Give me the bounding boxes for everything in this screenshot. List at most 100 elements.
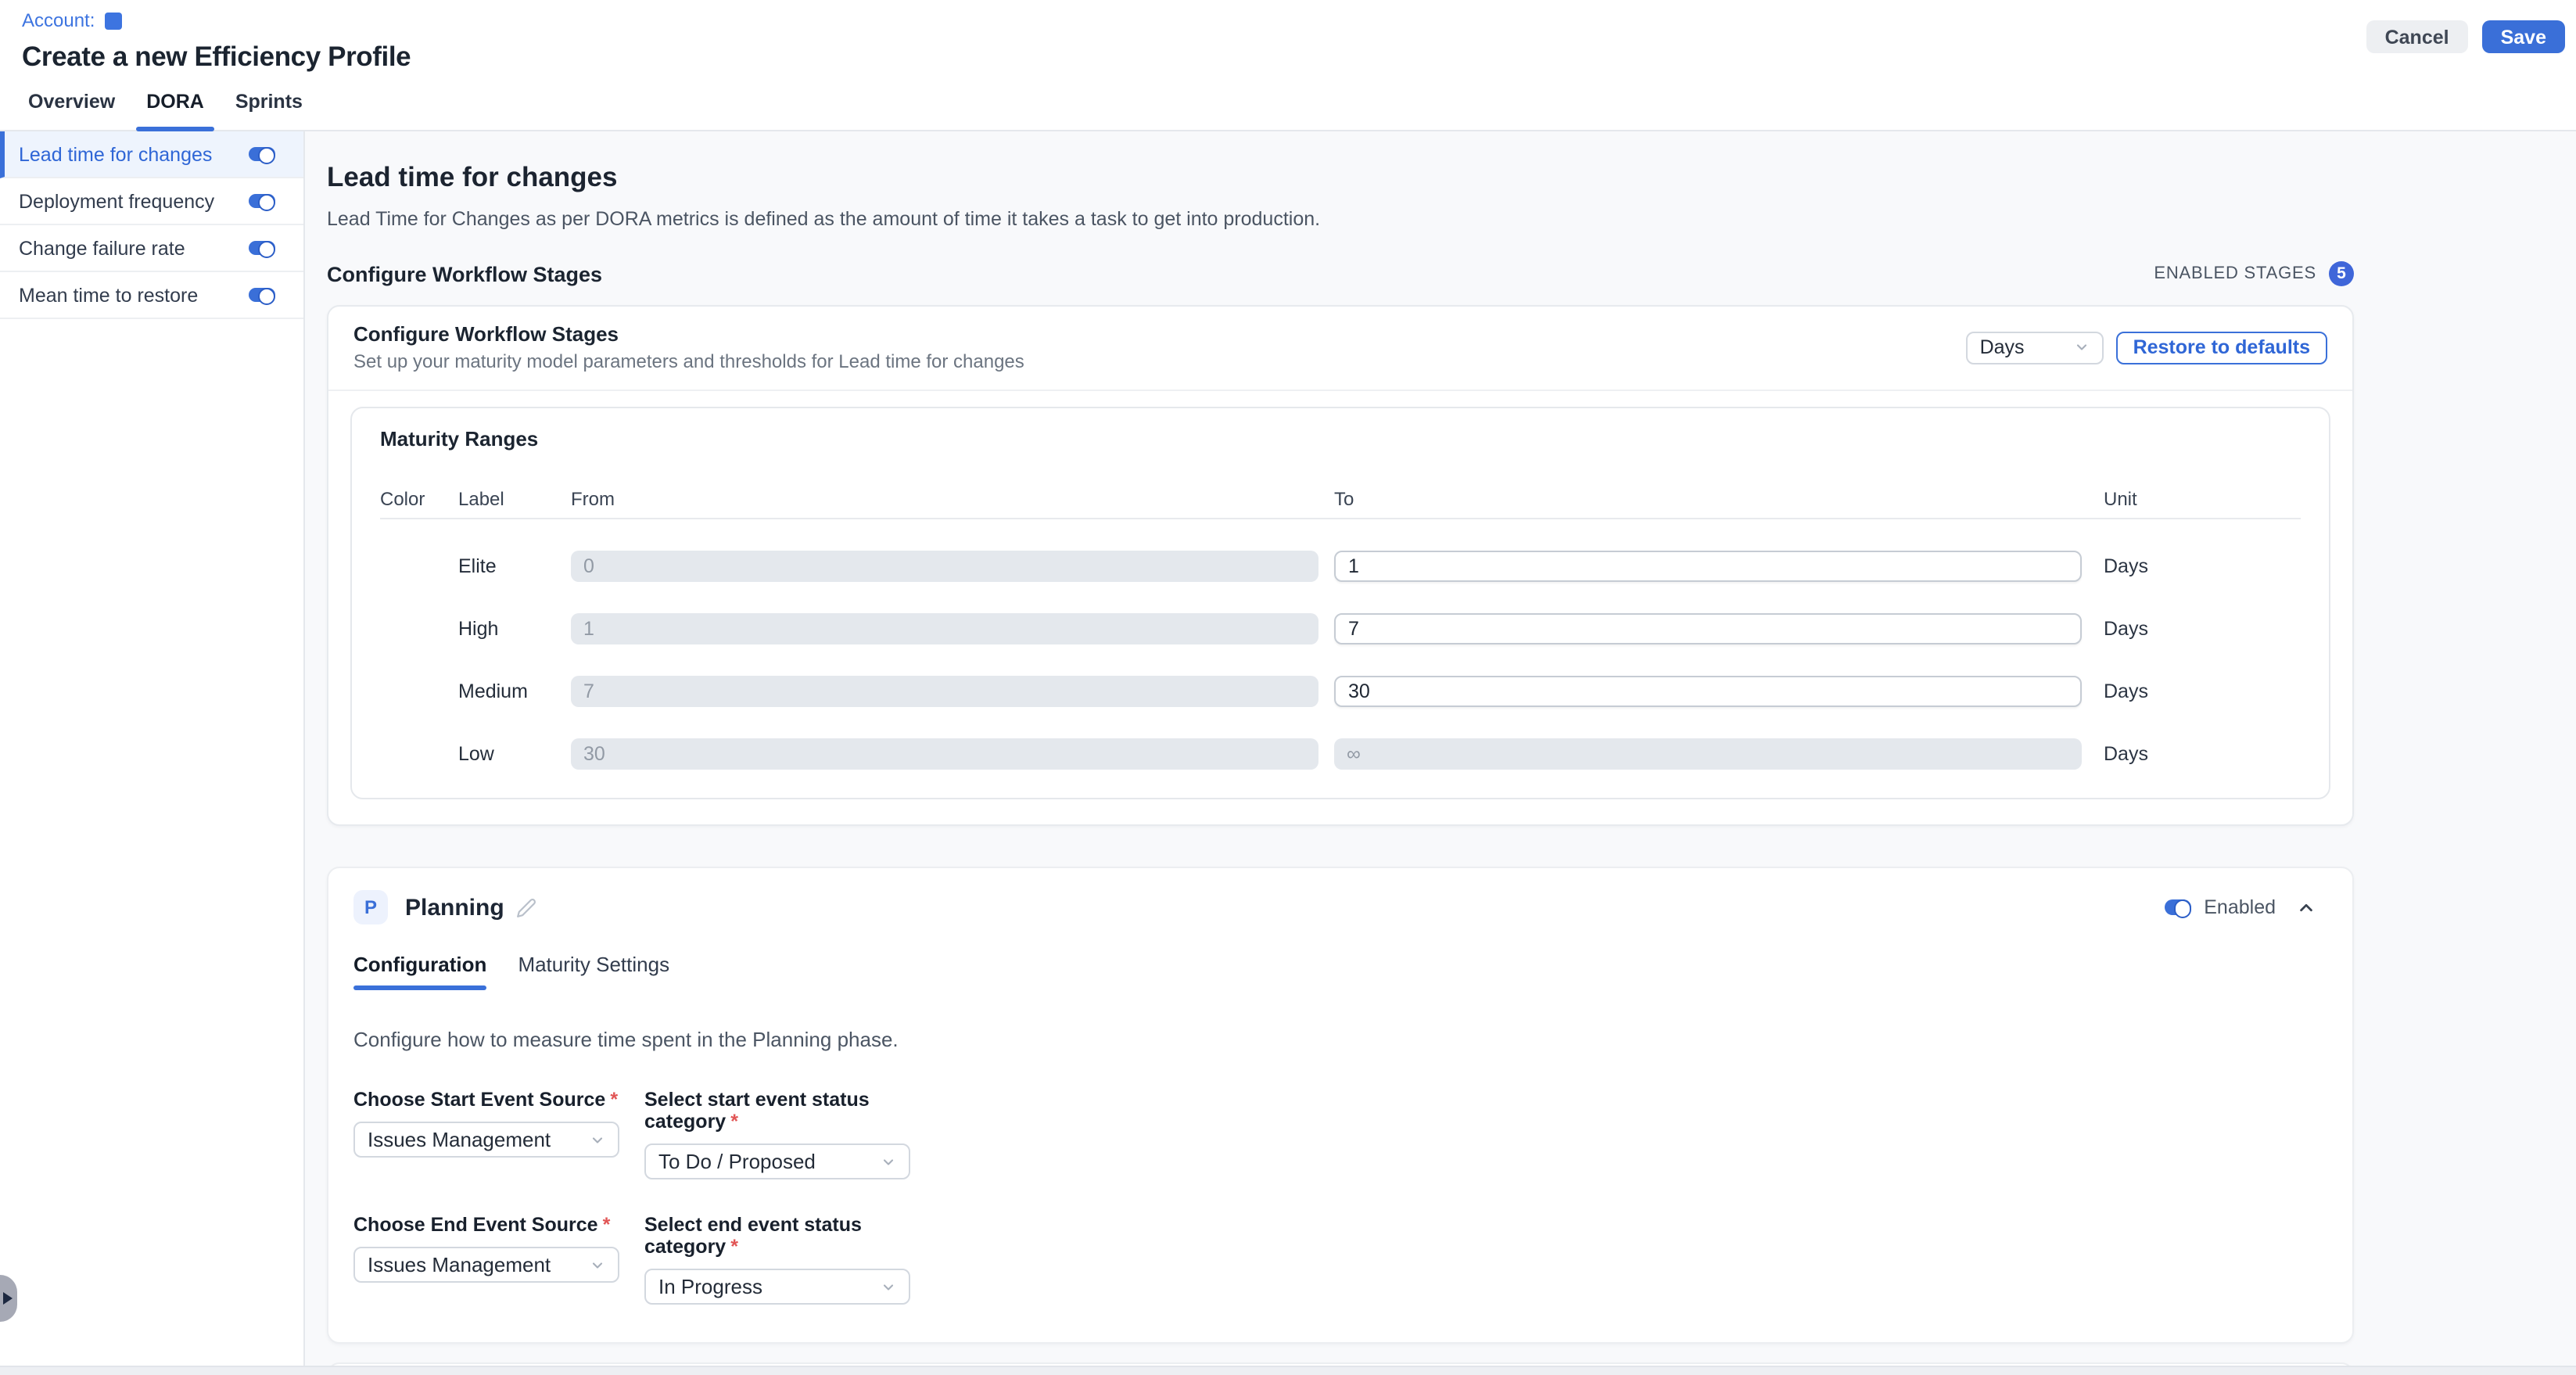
- maturity-table-header: Color Label From To Unit: [380, 488, 2301, 519]
- app-window: Account: Create a new Efficiency Profile…: [0, 0, 2576, 1375]
- low-from-input: [571, 738, 1318, 770]
- required-marker: *: [730, 1236, 738, 1258]
- column-header-from: From: [571, 488, 1318, 510]
- row-label: Low: [458, 743, 571, 765]
- planning-description: Configure how to measure time spent in t…: [353, 1028, 2327, 1051]
- start-event-source-select[interactable]: Issues Management: [353, 1122, 619, 1158]
- field-label-start-event-source: Choose Start Event Source*: [353, 1089, 619, 1111]
- enabled-stages-label: ENABLED STAGES: [2154, 264, 2316, 283]
- sidebar-item-label: Mean time to restore: [19, 284, 198, 306]
- tab-sprints[interactable]: Sprints: [220, 91, 318, 130]
- sidebar-item-label: Lead time for changes: [19, 143, 212, 165]
- main-content: Lead time for changes Lead Time for Chan…: [305, 131, 2576, 1375]
- planning-stage-card: P Planning Enabled Configuration Maturit…: [327, 867, 2354, 1344]
- chevron-down-icon: [881, 1154, 896, 1169]
- account-link[interactable]: Account:: [22, 9, 95, 31]
- end-event-status-category-select[interactable]: In Progress: [644, 1269, 910, 1305]
- page-header: Account: Create a new Efficiency Profile…: [0, 0, 2576, 75]
- required-marker: *: [603, 1214, 611, 1236]
- account-avatar[interactable]: [104, 12, 121, 29]
- maturity-ranges-panel: Maturity Ranges Color Label From To Unit…: [350, 407, 2330, 799]
- required-marker: *: [730, 1111, 738, 1133]
- table-row-low: Low Days: [380, 738, 2301, 770]
- planning-avatar: P: [353, 890, 388, 924]
- elite-to-input[interactable]: [1334, 551, 2082, 582]
- workflow-card-subtitle: Set up your maturity model parameters an…: [353, 350, 1024, 372]
- column-header-unit: Unit: [2082, 488, 2301, 510]
- chevron-down-icon: [2074, 339, 2090, 355]
- select-value: In Progress: [658, 1275, 762, 1298]
- sidebar-item-mean-time-to-restore[interactable]: Mean time to restore: [0, 272, 303, 319]
- required-marker: *: [610, 1089, 618, 1111]
- select-value: To Do / Proposed: [658, 1150, 816, 1173]
- edit-stage-name-icon[interactable]: [517, 897, 537, 917]
- column-header-label: Label: [458, 488, 571, 510]
- column-header-to: To: [1334, 488, 2082, 510]
- tab-overview[interactable]: Overview: [13, 91, 131, 130]
- sidebar-item-label: Deployment frequency: [19, 190, 214, 212]
- enabled-label: Enabled: [2204, 896, 2276, 918]
- table-row-elite: Elite Days: [380, 551, 2301, 582]
- header-actions: Cancel Save: [2366, 20, 2565, 53]
- high-to-input[interactable]: [1334, 613, 2082, 644]
- field-label-end-event-source: Choose End Event Source*: [353, 1214, 619, 1236]
- unit-select-value: Days: [1980, 336, 2025, 358]
- workflow-card-title: Configure Workflow Stages: [353, 322, 1024, 346]
- tab-maturity-settings[interactable]: Maturity Settings: [518, 953, 669, 990]
- deployment-frequency-toggle[interactable]: [249, 194, 275, 209]
- medium-to-input[interactable]: [1334, 676, 2082, 707]
- chevron-down-icon: [881, 1279, 896, 1294]
- main-tab-bar: Overview DORA Sprints: [0, 75, 2576, 131]
- row-label: Medium: [458, 680, 571, 702]
- workflow-stages-card: Configure Workflow Stages Set up your ma…: [327, 305, 2354, 826]
- sidebar-item-deployment-frequency[interactable]: Deployment frequency: [0, 178, 303, 225]
- stage-name: Planning: [405, 894, 504, 921]
- horizontal-scrollbar-track[interactable]: [0, 1366, 2576, 1375]
- row-label: Elite: [458, 555, 571, 577]
- sidebar-item-lead-time-for-changes[interactable]: Lead time for changes: [0, 131, 303, 178]
- planning-tab-bar: Configuration Maturity Settings: [353, 953, 2327, 990]
- collapse-chevron-up-icon[interactable]: [2298, 899, 2315, 916]
- column-header-color: Color: [380, 488, 458, 510]
- tab-dora[interactable]: DORA: [131, 91, 220, 130]
- lead-time-toggle[interactable]: [249, 147, 275, 162]
- mean-time-to-restore-toggle[interactable]: [249, 288, 275, 303]
- row-unit: Days: [2082, 743, 2301, 765]
- medium-from-input: [571, 676, 1318, 707]
- metrics-sidebar: Lead time for changes Deployment frequen…: [0, 131, 305, 1375]
- planning-enabled-toggle[interactable]: [2165, 900, 2191, 915]
- start-event-status-category-select[interactable]: To Do / Proposed: [644, 1143, 910, 1179]
- row-unit: Days: [2082, 555, 2301, 577]
- high-from-input: [571, 613, 1318, 644]
- table-row-medium: Medium Days: [380, 676, 2301, 707]
- sidebar-item-change-failure-rate[interactable]: Change failure rate: [0, 225, 303, 272]
- row-label: High: [458, 618, 571, 640]
- table-row-high: High Days: [380, 613, 2301, 644]
- chevron-down-icon: [590, 1132, 605, 1147]
- row-unit: Days: [2082, 680, 2301, 702]
- maturity-ranges-title: Maturity Ranges: [380, 427, 2301, 451]
- enabled-stages-count-badge: 5: [2329, 261, 2354, 286]
- field-label-start-event-status-category: Select start event status category*: [644, 1089, 910, 1133]
- row-unit: Days: [2082, 618, 2301, 640]
- select-value: Issues Management: [368, 1253, 551, 1276]
- tab-configuration[interactable]: Configuration: [353, 953, 486, 990]
- page-title: Create a new Efficiency Profile: [22, 41, 2576, 74]
- configure-workflow-stages-heading: Configure Workflow Stages: [327, 262, 602, 285]
- breadcrumb: Account:: [22, 9, 2576, 31]
- elite-from-input: [571, 551, 1318, 582]
- end-event-source-select[interactable]: Issues Management: [353, 1247, 619, 1283]
- restore-to-defaults-button[interactable]: Restore to defaults: [2116, 331, 2327, 364]
- metric-description: Lead Time for Changes as per DORA metric…: [327, 208, 2354, 230]
- unit-select[interactable]: Days: [1966, 331, 2104, 364]
- enabled-stages: ENABLED STAGES 5: [2154, 261, 2354, 286]
- chevron-down-icon: [590, 1257, 605, 1273]
- save-button[interactable]: Save: [2482, 20, 2565, 53]
- sidebar-item-label: Change failure rate: [19, 237, 185, 259]
- change-failure-rate-toggle[interactable]: [249, 241, 275, 256]
- arrow-right-icon: [3, 1292, 13, 1305]
- cancel-button[interactable]: Cancel: [2366, 20, 2468, 53]
- metric-title: Lead time for changes: [327, 161, 2354, 194]
- low-to-input: [1334, 738, 2082, 770]
- select-value: Issues Management: [368, 1128, 551, 1151]
